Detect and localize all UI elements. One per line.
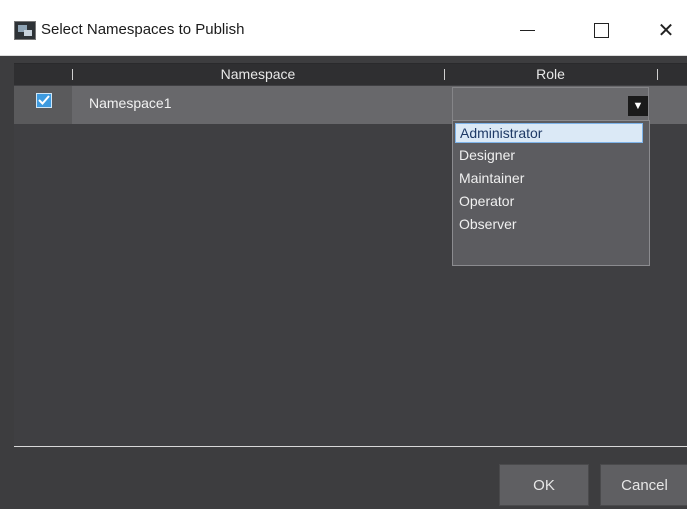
table-header: Namespace Role bbox=[14, 64, 687, 85]
check-icon bbox=[38, 95, 50, 105]
role-option-designer[interactable]: Designer bbox=[459, 147, 515, 163]
minimize-button[interactable] bbox=[504, 12, 550, 48]
app-icon bbox=[14, 21, 36, 40]
namespace-name: Namespace1 bbox=[89, 95, 172, 111]
role-select[interactable]: ▼ bbox=[452, 87, 649, 124]
checkbox-cell bbox=[14, 86, 72, 124]
publish-checkbox[interactable] bbox=[36, 93, 52, 108]
maximize-button[interactable] bbox=[578, 12, 624, 48]
role-option-administrator[interactable]: Administrator bbox=[455, 123, 643, 143]
title-bar: Select Namespaces to Publish ✕ bbox=[0, 0, 687, 56]
cancel-button[interactable]: Cancel bbox=[600, 464, 687, 506]
divider bbox=[14, 446, 687, 447]
column-separator[interactable] bbox=[657, 69, 658, 80]
window-title: Select Namespaces to Publish bbox=[41, 21, 245, 38]
table-row[interactable]: Namespace1 ▼ bbox=[14, 86, 687, 124]
role-dropdown-list: Administrator Designer Maintainer Operat… bbox=[452, 120, 650, 266]
close-icon: ✕ bbox=[657, 19, 675, 42]
column-header-role[interactable]: Role bbox=[444, 66, 657, 82]
role-option-observer[interactable]: Observer bbox=[459, 216, 517, 232]
chevron-down-icon[interactable]: ▼ bbox=[628, 96, 648, 116]
maximize-icon bbox=[593, 22, 609, 38]
role-option-operator[interactable]: Operator bbox=[459, 193, 514, 209]
ok-button[interactable]: OK bbox=[499, 464, 589, 506]
minimize-icon bbox=[519, 29, 535, 31]
column-header-namespace[interactable]: Namespace bbox=[72, 66, 444, 82]
role-option-maintainer[interactable]: Maintainer bbox=[459, 170, 524, 186]
close-button[interactable]: ✕ bbox=[643, 12, 687, 48]
